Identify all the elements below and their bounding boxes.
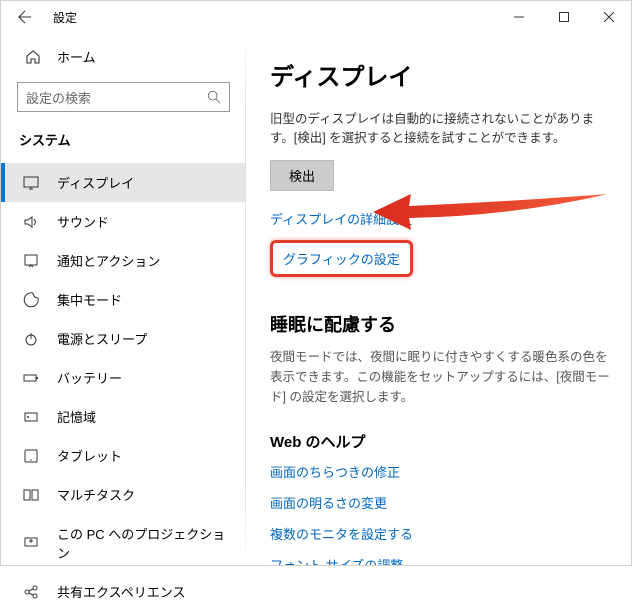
page-title: ディスプレイ <box>270 57 615 92</box>
arrow-left-icon <box>18 10 32 24</box>
sidebar-item-storage[interactable]: 記憶域 <box>1 397 246 436</box>
focus-icon <box>23 292 39 308</box>
nav-label: 集中モード <box>57 290 122 309</box>
minimize-button[interactable] <box>496 1 541 33</box>
maximize-icon <box>559 12 569 22</box>
nav-label: 共有エクスペリエンス <box>57 582 185 601</box>
annotation-highlight: グラフィックの設定 <box>270 240 413 277</box>
sidebar-item-battery[interactable]: バッテリー <box>1 358 246 397</box>
power-icon <box>23 331 39 347</box>
nav-label: サウンド <box>57 212 109 231</box>
home-label: ホーム <box>57 47 96 66</box>
detect-button[interactable]: 検出 <box>270 160 334 191</box>
search-input[interactable]: 設定の検索 <box>17 82 230 112</box>
nav-label: 電源とスリープ <box>57 329 147 348</box>
sleep-section-desc: 夜間モードでは、夜間に眠りに付きやすくする暖色系の色を表示できます。この機能をセ… <box>270 347 615 407</box>
nav-label: この PC へのプロジェクション <box>57 524 228 562</box>
page-description: 旧型のディスプレイは自動的に接続されないことがあります。[検出] を選択すると接… <box>270 110 615 148</box>
search-icon <box>207 90 221 104</box>
sidebar-item-display[interactable]: ディスプレイ <box>1 163 246 202</box>
close-button[interactable] <box>586 1 631 33</box>
advanced-display-link[interactable]: ディスプレイの詳細設定 <box>270 209 615 228</box>
notification-icon <box>23 253 39 269</box>
tablet-icon <box>23 448 39 464</box>
search-placeholder: 設定の検索 <box>26 88 91 107</box>
sidebar-item-projection[interactable]: この PC へのプロジェクション <box>1 514 246 572</box>
web-help-link[interactable]: 画面のちらつきの修正 <box>270 462 615 481</box>
back-button[interactable] <box>9 1 41 33</box>
nav-label: ディスプレイ <box>57 173 134 192</box>
maximize-button[interactable] <box>541 1 586 33</box>
web-help-link[interactable]: 複数のモニタを設定する <box>270 524 615 543</box>
display-icon <box>23 175 39 191</box>
category-label: システム <box>1 124 246 163</box>
web-help-link[interactable]: フォント サイズの調整 <box>270 555 615 566</box>
projection-icon <box>23 535 39 551</box>
sidebar-item-sound[interactable]: サウンド <box>1 202 246 241</box>
minimize-icon <box>514 12 524 22</box>
window-title: 設定 <box>53 9 77 26</box>
sidebar-item-focus[interactable]: 集中モード <box>1 280 246 319</box>
sidebar-item-power[interactable]: 電源とスリープ <box>1 319 246 358</box>
nav-label: タブレット <box>57 446 122 465</box>
share-icon <box>23 584 39 600</box>
multitask-icon <box>23 487 39 503</box>
sidebar-item-tablet[interactable]: タブレット <box>1 436 246 475</box>
nav-label: マルチタスク <box>57 485 135 504</box>
sleep-section-title: 睡眠に配慮する <box>270 311 615 337</box>
storage-icon <box>23 409 39 425</box>
nav-label: 記憶域 <box>57 407 96 426</box>
home-link[interactable]: ホーム <box>1 39 246 74</box>
sidebar-item-shared[interactable]: 共有エクスペリエンス <box>1 572 246 611</box>
graphics-settings-link[interactable]: グラフィックの設定 <box>283 249 400 268</box>
sidebar-item-multitask[interactable]: マルチタスク <box>1 475 246 514</box>
home-icon <box>25 49 41 65</box>
battery-icon <box>23 370 39 386</box>
web-help-link[interactable]: 画面の明るさの変更 <box>270 493 615 512</box>
close-icon <box>604 12 614 22</box>
sidebar-item-notifications[interactable]: 通知とアクション <box>1 241 246 280</box>
sound-icon <box>23 214 39 230</box>
nav-label: 通知とアクション <box>57 251 160 270</box>
nav-label: バッテリー <box>57 368 122 387</box>
web-help-title: Web のヘルプ <box>270 431 615 452</box>
